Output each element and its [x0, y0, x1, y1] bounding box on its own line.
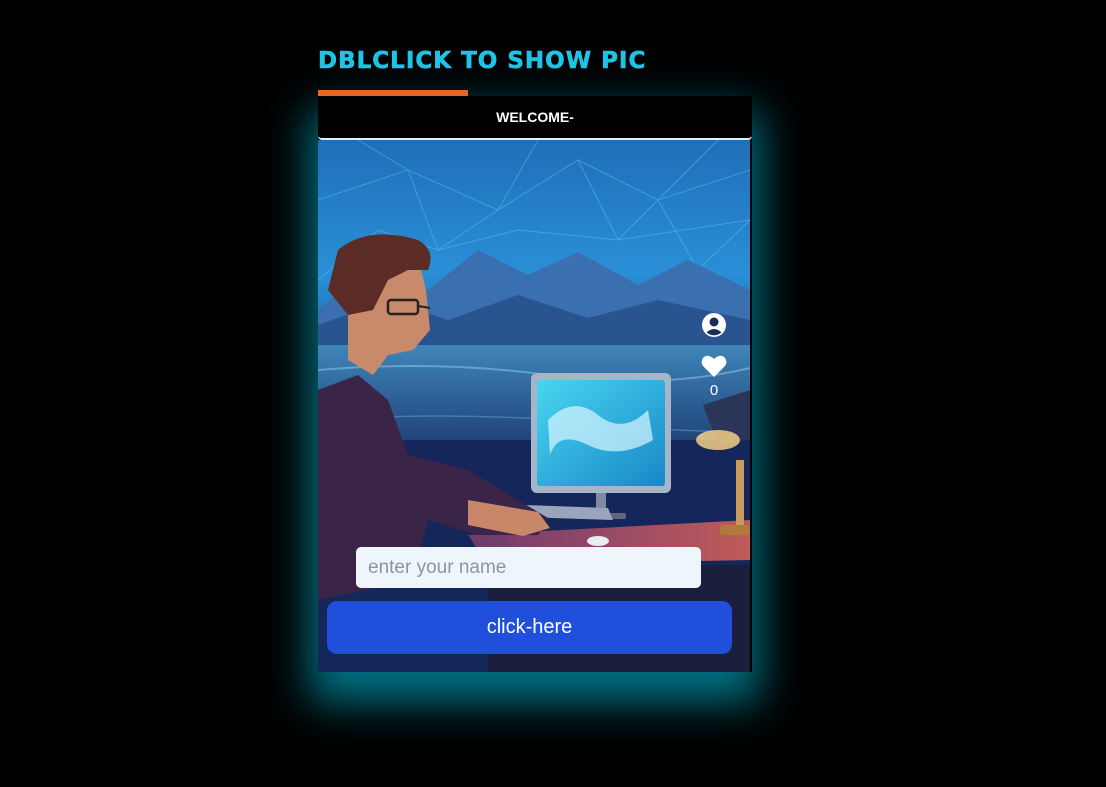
- like-count: 0: [709, 382, 719, 399]
- click-here-button[interactable]: click-here: [327, 601, 732, 654]
- welcome-text: WELCOME-: [496, 109, 574, 125]
- name-input[interactable]: [356, 547, 701, 588]
- side-actions: 0: [700, 312, 728, 399]
- page-title: DBLCLICK TO SHOW PIC: [318, 48, 647, 75]
- heart-icon[interactable]: [701, 354, 727, 378]
- illustration-developer-at-desk: [318, 140, 750, 672]
- photo-card[interactable]: WELCOME- 0 enter your name click-here: [318, 96, 752, 672]
- app-container: DBLCLICK TO SHOW PIC WELCOME- 0 enter yo…: [318, 44, 752, 672]
- user-circle-icon[interactable]: [701, 312, 727, 338]
- card-image[interactable]: 0 click-here: [318, 140, 750, 672]
- card-header: WELCOME-: [318, 96, 752, 140]
